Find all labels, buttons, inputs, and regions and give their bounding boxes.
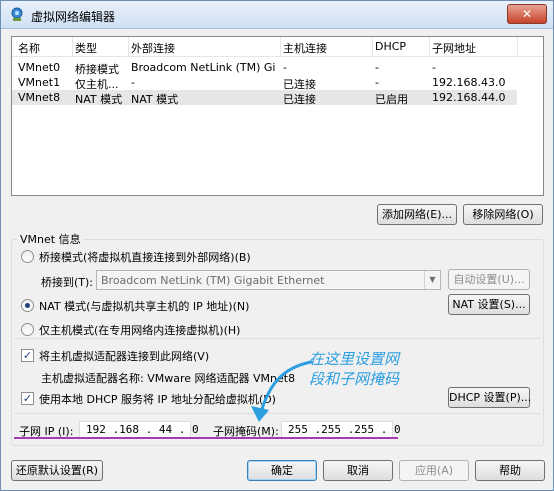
cell-dhcp: 已启用 xyxy=(375,93,408,106)
cell-name: VMnet8 xyxy=(18,91,61,104)
cell-host: - xyxy=(283,61,287,74)
nat-mode-radio[interactable] xyxy=(21,299,34,312)
apply-button[interactable]: 应用(A) xyxy=(399,460,469,481)
close-button[interactable]: ✕ xyxy=(507,4,547,24)
cell-external: NAT 模式 xyxy=(131,93,179,106)
cell-name: VMnet0 xyxy=(18,61,61,74)
column-header-host[interactable]: 主机连接 xyxy=(283,40,373,56)
separator xyxy=(14,338,540,339)
cell-subnet: 192.168.43.0 xyxy=(432,76,506,89)
cell-external: - xyxy=(131,76,135,89)
network-list[interactable]: 名称 类型 外部连接 主机连接 DHCP 子网地址 VMnet0 桥接模式 Br… xyxy=(11,36,544,196)
cell-name: VMnet1 xyxy=(18,76,61,89)
column-header-type[interactable]: 类型 xyxy=(75,40,135,56)
window-title: 虚拟网络编辑器 xyxy=(31,10,116,24)
subnet-ip-input[interactable]: 192 .168 . 44 . 0 xyxy=(79,421,199,438)
help-button[interactable]: 帮助 xyxy=(475,460,545,481)
column-header-subnet[interactable]: 子网地址 xyxy=(432,40,517,56)
table-row-selected[interactable]: VMnet8 NAT 模式 NAT 模式 已连接 已启用 192.168.44.… xyxy=(12,90,517,106)
title-bar: 虚拟网络编辑器 ✕ xyxy=(1,1,553,29)
host-only-mode-radio[interactable] xyxy=(21,323,34,336)
cell-dhcp: - xyxy=(375,76,379,89)
auto-settings-button[interactable]: 自动设置(U)... xyxy=(448,269,530,290)
connect-adapter-label[interactable]: 将主机虚拟适配器连接到此网络(V) xyxy=(39,348,209,364)
column-header-dhcp[interactable]: DHCP xyxy=(375,40,430,53)
dhcp-settings-button[interactable]: DHCP 设置(P)... xyxy=(448,387,531,408)
restore-defaults-button[interactable]: 还原默认设置(R) xyxy=(11,460,103,481)
bridged-mode-radio[interactable] xyxy=(21,250,34,263)
remove-network-button[interactable]: 移除网络(O) xyxy=(463,204,543,225)
bridge-to-value: Broadcom NetLink (TM) Gigabit Ethernet xyxy=(101,274,325,287)
chevron-down-icon: ▼ xyxy=(424,271,440,289)
column-header-external[interactable]: 外部连接 xyxy=(131,40,275,56)
annotation-arrow-icon xyxy=(251,360,313,422)
bridge-to-label: 桥接到(T): xyxy=(41,276,94,289)
table-row[interactable]: VMnet0 桥接模式 Broadcom NetLink (TM) Giga..… xyxy=(12,60,517,76)
annotation-line-1: 在这里设置网 xyxy=(309,350,400,368)
column-header-name[interactable]: 名称 xyxy=(18,40,70,56)
highlight-underline xyxy=(14,437,398,439)
annotation-text: 在这里设置网 段和子网掩码 xyxy=(309,349,399,389)
cell-external: Broadcom NetLink (TM) Giga... xyxy=(131,61,275,74)
cell-subnet: 192.168.44.0 xyxy=(432,91,506,104)
nat-mode-label[interactable]: NAT 模式(与虚拟机共享主机的 IP 地址)(N) xyxy=(39,298,249,314)
ok-button[interactable]: 确定 xyxy=(247,460,317,481)
vmware-network-icon xyxy=(11,7,23,21)
cell-type: NAT 模式 xyxy=(75,93,123,106)
cell-dhcp: - xyxy=(375,61,379,74)
cell-host: 已连接 xyxy=(283,93,316,106)
cancel-button[interactable]: 取消 xyxy=(323,460,393,481)
table-row[interactable]: VMnet1 仅主机... - 已连接 - 192.168.43.0 xyxy=(12,75,517,91)
virtual-network-editor-window: 虚拟网络编辑器 ✕ 名称 类型 外部连接 主机连接 DHCP 子网地址 VMne… xyxy=(0,0,554,491)
cell-subnet: - xyxy=(432,61,436,74)
bridge-to-select[interactable]: Broadcom NetLink (TM) Gigabit Ethernet ▼ xyxy=(96,270,441,290)
annotation-line-2: 段和子网掩码 xyxy=(309,370,400,388)
nat-settings-button[interactable]: NAT 设置(S)... xyxy=(448,294,530,315)
vmnet-info-title: VMnet 信息 xyxy=(17,231,84,247)
network-list-header: 名称 类型 外部连接 主机连接 DHCP 子网地址 xyxy=(12,37,543,57)
bridged-mode-label[interactable]: 桥接模式(将虚拟机直接连接到外部网络)(B) xyxy=(39,249,251,265)
connect-adapter-checkbox[interactable]: ✓ xyxy=(21,349,34,362)
add-network-button[interactable]: 添加网络(E)... xyxy=(377,204,457,225)
use-dhcp-checkbox[interactable]: ✓ xyxy=(21,392,34,405)
host-only-mode-label[interactable]: 仅主机模式(在专用网络内连接虚拟机)(H) xyxy=(39,322,240,338)
close-icon: ✕ xyxy=(521,7,533,21)
